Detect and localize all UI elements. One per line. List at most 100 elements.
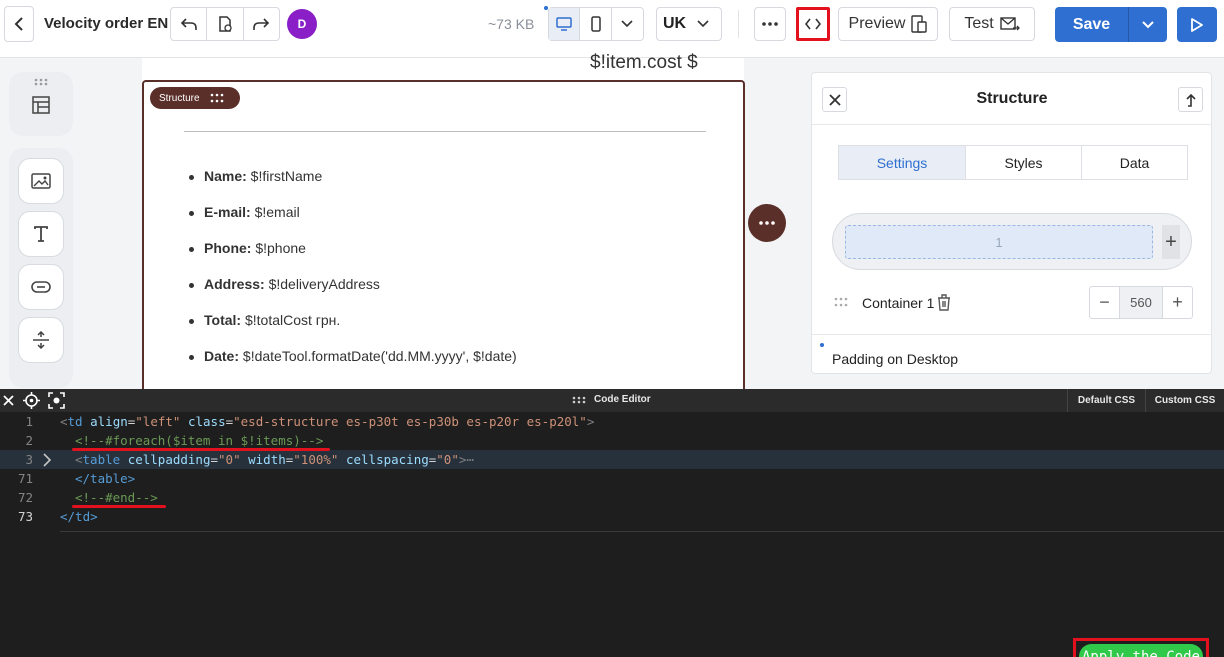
code-editor: Code Editor Default CSS Custom CSS 1 <td… [0,389,1224,657]
more-dots-icon [759,221,775,225]
blocks-palette [9,148,73,388]
decrease-width-button[interactable]: − [1090,287,1120,318]
tab-custom-css[interactable]: Custom CSS [1145,389,1224,412]
back-button[interactable] [4,6,34,42]
image-block[interactable] [18,158,64,204]
redo-button[interactable] [244,8,279,40]
play-icon [1191,17,1203,32]
list-item: Address: $!deliveryAddress [184,276,517,312]
highlight-underline [72,505,166,508]
code-line: 71 </table> [17,471,136,486]
history-controls [170,7,280,41]
close-icon [3,395,14,406]
structure-settings-panel: Structure Settings Styles Data 1 + Conta… [811,72,1212,374]
toolbar-divider [738,10,739,38]
chevron-left-icon [14,17,23,31]
panel-tabs: Settings Styles Data [838,145,1188,180]
mobile-view-button[interactable] [580,8,612,40]
add-column-button[interactable]: + [1162,225,1180,259]
tab-settings[interactable]: Settings [839,146,966,179]
tab-default-css[interactable]: Default CSS [1067,389,1145,412]
code-icon [805,18,821,30]
container-width-input[interactable]: 560 [1120,287,1162,318]
list-item: Phone: $!phone [184,240,517,276]
desktop-icon [556,17,572,31]
device-dropdown-button[interactable] [612,8,643,40]
code-line: 72 <!--#end--> [17,490,158,505]
drag-handle-icon[interactable] [34,78,48,86]
top-toolbar: Velocity order EN D ~73 KB UK Preview Te… [0,0,1224,58]
tab-data[interactable]: Data [1082,146,1187,179]
apply-code-button[interactable]: Apply the Code [1079,644,1203,657]
button-block[interactable] [18,264,64,310]
test-label: Test [964,15,994,32]
device-switcher [548,7,644,41]
section-dot [820,343,824,347]
container-row: Container 1 − 560 + [834,286,1194,320]
more-dots-icon [762,22,778,26]
structure-tag-label: Structure [159,92,200,104]
undo-button[interactable] [171,8,208,40]
email-size-label: ~73 KB [488,16,535,32]
code-editor-header: Code Editor Default CSS Custom CSS [0,389,1224,412]
undo-icon [180,18,197,30]
crosshair-icon [23,392,40,409]
test-button[interactable]: Test [949,7,1035,41]
save-button[interactable]: Save [1055,7,1129,42]
structure-actions-button[interactable] [748,204,786,242]
text-icon [34,226,48,242]
code-editor-button[interactable] [796,7,830,41]
locate-element-button[interactable] [23,392,40,409]
code-editor-title[interactable]: Code Editor [572,394,651,405]
tab-styles[interactable]: Styles [966,146,1082,179]
chevron-down-icon [1142,20,1154,28]
template-title: Velocity order EN [44,15,169,32]
user-avatar[interactable]: D [287,9,317,39]
more-options-button[interactable] [754,7,786,41]
apply-highlight-frame: Apply the Code [1073,638,1209,657]
spacer-icon [33,331,49,349]
button-icon [31,281,51,293]
language-value: UK [663,15,687,32]
modules-icon[interactable] [32,96,50,114]
text-block[interactable] [18,211,64,257]
order-details-list: Name: $!firstName E-mail: $!email Phone:… [184,168,517,384]
chevron-right-icon[interactable] [42,453,52,467]
code-line: 3 <table cellpadding="0" width="100%" ce… [0,450,1224,469]
chevron-down-icon [621,20,633,28]
send-mail-icon [999,17,1020,31]
preview-devices-icon [911,15,928,33]
drag-handle-icon[interactable] [210,93,224,103]
save-options-button[interactable] [1129,7,1167,42]
trash-icon[interactable] [934,292,954,312]
panel-divider [812,124,1212,125]
code-line: 73 </td> [17,509,98,524]
version-history-button[interactable] [207,8,244,40]
selected-structure[interactable]: Structure Name: $!firstName E-mail: $!em… [142,80,745,400]
column-cell[interactable]: 1 [845,225,1153,259]
increase-width-button[interactable]: + [1162,287,1192,318]
structure-tag[interactable]: Structure [150,87,240,109]
container-label: Container 1 [862,295,935,311]
padding-section-label[interactable]: Padding on Desktop [832,351,958,367]
container-width-stepper: − 560 + [1089,286,1193,319]
redo-icon [253,18,270,30]
focus-mode-button[interactable] [48,392,65,409]
panel-title: Structure [976,90,1048,107]
spacer-block[interactable] [18,317,64,363]
send-test-play-button[interactable] [1177,7,1217,42]
close-editor-button[interactable] [0,392,17,409]
code-area[interactable]: 1 <td align="left" class="esd-structure … [0,412,1224,657]
level-up-icon [1185,93,1196,107]
drag-handle-icon[interactable] [834,297,848,307]
select-parent-button[interactable] [1178,87,1203,112]
preview-button[interactable]: Preview [838,7,938,41]
list-item: E-mail: $!email [184,204,517,240]
drag-handle-icon [572,396,586,403]
language-select[interactable]: UK [656,7,722,41]
list-item: Date: $!dateTool.formatDate('dd.MM.yyyy'… [184,348,517,384]
chevron-down-icon [697,20,709,28]
code-line: 1 <td align="left" class="esd-structure … [25,414,595,429]
divider-line [184,131,706,132]
desktop-view-button[interactable] [549,8,581,40]
